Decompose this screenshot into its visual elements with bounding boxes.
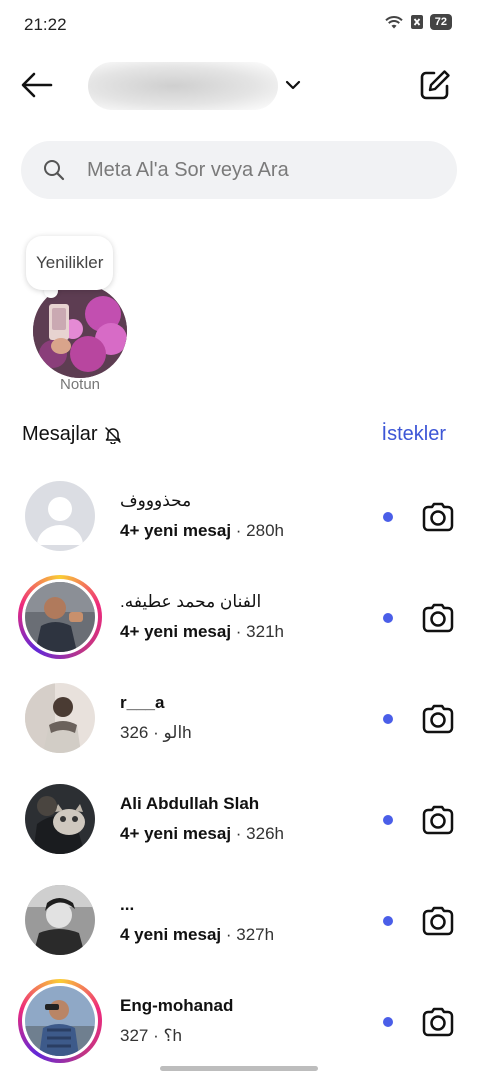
- thread-new-messages: 4+ yeni mesaj: [120, 824, 232, 843]
- thread-preview-text: ؟: [163, 1026, 173, 1045]
- messages-header: Mesajlar: [22, 423, 122, 446]
- battery-indicator: 72: [429, 14, 452, 30]
- thread-row[interactable]: r___a الو · 326h: [0, 667, 478, 768]
- compose-icon[interactable]: [418, 68, 452, 102]
- camera-icon[interactable]: [421, 803, 455, 837]
- thread-name: r___a: [120, 693, 165, 712]
- thread-new-messages: 4 yeni mesaj: [120, 925, 222, 944]
- avatar[interactable]: [25, 582, 95, 652]
- camera-icon[interactable]: [421, 1005, 455, 1039]
- thread-name: الفنان محمد عطيفه.: [120, 592, 262, 611]
- no-sim-icon: [410, 15, 423, 29]
- unread-dot: [383, 916, 393, 926]
- status-icons: 72: [384, 14, 452, 30]
- camera-icon[interactable]: [421, 904, 455, 938]
- thread-row[interactable]: Eng-mohanad ؟ · 327h: [0, 970, 478, 1071]
- thread-time: 321h: [246, 622, 284, 641]
- avatar[interactable]: [25, 784, 95, 854]
- thread-time: 280h: [246, 521, 284, 540]
- thread-preview: 4+ yeni mesaj · 326h: [120, 824, 284, 843]
- camera-icon[interactable]: [421, 702, 455, 736]
- thread-preview: 4+ yeni mesaj · 321h: [120, 622, 284, 641]
- unread-dot: [383, 1017, 393, 1027]
- thread-row[interactable]: Ali Abdullah Slah 4+ yeni mesaj · 326h: [0, 768, 478, 869]
- unread-dot: [383, 714, 393, 724]
- chevron-down-icon[interactable]: [284, 78, 302, 92]
- note-item[interactable]: Yenilikler Notun: [22, 236, 152, 406]
- thread-name: Eng-mohanad: [120, 996, 234, 1015]
- wifi-icon: [385, 16, 403, 29]
- thread-row[interactable]: ... 4 yeni mesaj · 327h: [0, 869, 478, 970]
- status-bar: 21:22 72: [0, 0, 478, 48]
- thread-new-messages: 4+ yeni mesaj: [120, 521, 232, 540]
- thread-row[interactable]: محذوووف 4+ yeni mesaj · 280h: [0, 465, 478, 566]
- unread-dot: [383, 512, 393, 522]
- thread-name: ...: [120, 895, 135, 914]
- search-input[interactable]: [85, 157, 419, 183]
- search-bar[interactable]: [21, 141, 457, 199]
- note-label: Notun: [59, 376, 101, 393]
- messages-title: Mesajlar: [22, 423, 98, 445]
- avatar[interactable]: [25, 481, 95, 551]
- thread-preview: ؟ · 327h: [120, 1026, 182, 1045]
- unread-dot: [383, 815, 393, 825]
- thread-preview: 4+ yeni mesaj · 280h: [120, 521, 284, 540]
- avatar[interactable]: [25, 885, 95, 955]
- avatar[interactable]: [25, 683, 95, 753]
- thread-preview: الو · 326h: [120, 723, 192, 742]
- camera-icon[interactable]: [421, 601, 455, 635]
- thread-name: Ali Abdullah Slah: [120, 794, 260, 813]
- bell-off-icon[interactable]: [104, 426, 122, 444]
- thread-time: 326h: [246, 824, 284, 843]
- search-icon: [44, 160, 65, 181]
- status-time: 21:22: [24, 15, 67, 34]
- arrow-left-icon[interactable]: [20, 70, 54, 100]
- thread-new-messages: 4+ yeni mesaj: [120, 622, 232, 641]
- account-switcher[interactable]: [88, 62, 278, 110]
- home-indicator[interactable]: [160, 1066, 318, 1071]
- avatar[interactable]: [25, 986, 95, 1056]
- note-bubble[interactable]: Yenilikler: [26, 236, 114, 290]
- thread-preview-text: الو: [163, 723, 183, 742]
- thread-row[interactable]: الفنان محمد عطيفه. 4+ yeni mesaj · 321h: [0, 566, 478, 667]
- thread-name: محذوووف: [120, 491, 192, 510]
- thread-time: 327h: [236, 925, 275, 944]
- unread-dot: [383, 613, 393, 623]
- thread-time: 327h: [120, 1026, 182, 1045]
- header: [0, 58, 478, 114]
- requests-link[interactable]: İstekler: [382, 423, 446, 446]
- camera-icon[interactable]: [421, 500, 455, 534]
- thread-preview: 4 yeni mesaj · 327h: [120, 925, 275, 944]
- note-avatar[interactable]: [33, 284, 127, 378]
